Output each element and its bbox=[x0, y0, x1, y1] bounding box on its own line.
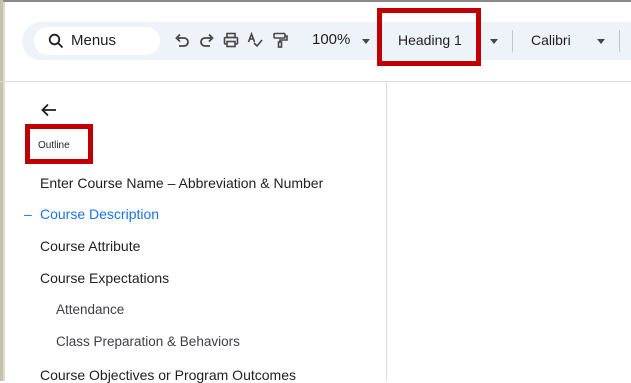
toolbar-separator bbox=[619, 30, 620, 52]
search-icon bbox=[48, 33, 64, 54]
font-select[interactable]: Calibri bbox=[531, 32, 571, 48]
paint-format-icon[interactable] bbox=[271, 31, 289, 54]
style-caret-icon[interactable] bbox=[490, 39, 498, 44]
font-caret-icon[interactable] bbox=[597, 39, 605, 44]
outline-highlight-box bbox=[25, 124, 93, 164]
outline-item[interactable]: Course Expectations bbox=[40, 270, 169, 286]
spellcheck-icon[interactable] bbox=[246, 31, 264, 54]
active-item-marker: – bbox=[24, 206, 32, 222]
menus-label: Menus bbox=[71, 32, 117, 49]
outline-panel-divider bbox=[386, 82, 387, 381]
print-icon[interactable] bbox=[222, 31, 240, 54]
outline-subitem[interactable]: Attendance bbox=[56, 302, 124, 317]
toolbar: Menus 100% Heading 1 Calibri bbox=[22, 22, 631, 60]
window-top-border bbox=[0, 0, 631, 2]
menus-search-button[interactable]: Menus bbox=[34, 27, 160, 55]
zoom-select[interactable]: 100% bbox=[312, 31, 350, 48]
undo-icon[interactable] bbox=[173, 31, 191, 54]
zoom-caret-icon[interactable] bbox=[362, 39, 370, 44]
outline-subitem[interactable]: Class Preparation & Behaviors bbox=[56, 334, 240, 349]
heading-highlight-box bbox=[377, 8, 481, 66]
outline-item[interactable]: Course Attribute bbox=[40, 238, 140, 254]
back-arrow-icon[interactable] bbox=[39, 100, 59, 125]
outline-item-active[interactable]: Course Description bbox=[40, 206, 159, 222]
toolbar-divider bbox=[0, 81, 631, 82]
toolbar-separator bbox=[512, 30, 513, 52]
outline-item[interactable]: Enter Course Name – Abbreviation & Numbe… bbox=[40, 175, 323, 191]
redo-icon[interactable] bbox=[198, 31, 216, 54]
left-edge-shade bbox=[3, 0, 5, 381]
